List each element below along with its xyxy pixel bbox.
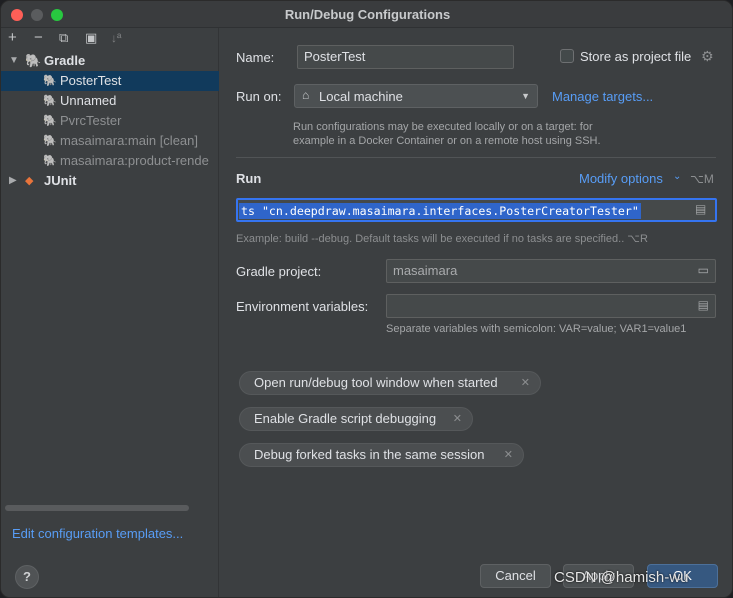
environment-variables-field[interactable]: ▤ [386,294,716,318]
chevron-right-icon[interactable]: ▶ [9,171,17,191]
window-title: Run/Debug Configurations [284,7,451,22]
tree-item-label: masaimara:main [clean] [60,133,198,148]
environment-variables-hint: Separate variables with semicolon: VAR=v… [386,323,687,335]
gradle-project-value: masaimara [393,263,458,278]
run-section-title: Run [236,171,262,186]
edit-configuration-templates-link[interactable]: Edit configuration templates... [12,526,183,541]
junit-icon: ◆ [25,175,34,187]
gradle-icon: 🐘 [43,95,57,107]
option-chip-debug-forked-tasks[interactable]: Debug forked tasks in the same session ✕ [239,443,524,467]
run-on-label: Run on: [236,89,282,104]
store-as-project-file-checkbox[interactable] [560,49,574,63]
gradle-icon: 🐘 [43,115,57,127]
chevron-down-icon[interactable]: ⌄ [673,171,681,182]
copy-configuration-icon[interactable]: ⧉ [59,29,68,47]
gradle-icon: 🐘 [43,155,57,167]
close-icon[interactable]: ✕ [504,444,513,466]
sidebar-toolbar: + − ⧉ ▣ ↓ª [1,28,219,50]
tasks-hint: Example: build --debug. Default tasks wi… [236,233,648,245]
modify-options-shortcut: ⌥M [690,172,714,186]
configuration-editor: Name: PosterTest Store as project file ⚙… [220,28,732,597]
gradle-icon: 🐘 [43,75,57,87]
option-chip-open-tool-window[interactable]: Open run/debug tool window when started … [239,371,541,395]
tree-item-label: PosterTest [60,73,122,88]
run-on-dropdown[interactable]: ⌂ Local machine ▼ [294,84,538,108]
manage-targets-link[interactable]: Manage targets... [552,89,653,104]
option-chip-label: Enable Gradle script debugging [254,411,437,426]
edit-variables-icon[interactable]: ▤ [698,298,709,312]
tree-item-unnamed[interactable]: 🐘 Unnamed [1,91,219,111]
gradle-icon: 🐘 [25,53,42,68]
close-icon[interactable]: ✕ [453,408,462,430]
name-field[interactable]: PosterTest [297,45,514,69]
cancel-button[interactable]: Cancel [480,564,551,588]
sort-icon[interactable]: ↓ª [111,29,121,47]
option-chip-label: Open run/debug tool window when started [254,375,498,390]
tree-item-label: Unnamed [60,93,117,108]
gradle-project-field[interactable]: masaimara ▭ [386,259,716,283]
tree-group-gradle[interactable]: ▼ 🐘 Gradle [1,51,219,71]
title-bar: Run/Debug Configurations [1,1,732,28]
divider [236,157,716,158]
help-button[interactable]: ? [15,565,39,589]
close-icon[interactable]: ✕ [521,372,530,394]
tree-group-junit[interactable]: ▶ ◆ JUnit [1,171,219,191]
new-folder-icon[interactable]: ▣ [85,29,97,47]
option-chip-gradle-debugging[interactable]: Enable Gradle script debugging ✕ [239,407,473,431]
tree-item-label: PvrcTester [60,113,122,128]
tree-group-label: Gradle [44,53,86,68]
expand-field-icon[interactable]: ▤ [695,202,706,216]
folder-icon[interactable]: ▭ [698,263,709,277]
tree-item-pvrctester[interactable]: 🐘 PvrcTester [1,111,219,131]
run-on-hint-line-2: example in a Docker Container or on a re… [293,135,601,147]
chevron-down-icon[interactable]: ▼ [9,51,19,71]
gradle-icon: 🐘 [43,135,57,147]
run-on-hint-line-1: Run configurations may be executed local… [293,121,593,133]
tasks-field-selected-text: ts "cn.deepdraw.masaimara.interfaces.Pos… [239,203,641,219]
name-label: Name: [236,50,275,65]
option-chip-label: Debug forked tasks in the same session [254,447,485,462]
remove-configuration-button[interactable]: − [34,29,43,47]
tree-group-label: JUnit [44,173,77,188]
add-configuration-button[interactable]: + [8,29,17,47]
horizontal-scrollbar[interactable] [5,505,189,511]
configurations-sidebar: + − ⧉ ▣ ↓ª ▼ 🐘 Gradle 🐘 PosterTest 🐘 Unn… [1,28,219,597]
modify-options-link[interactable]: Modify options [579,171,663,186]
chevron-down-icon: ▼ [521,91,530,101]
tree-item-postertest[interactable]: 🐘 PosterTest [1,71,219,91]
store-as-project-file-label: Store as project file [580,49,692,64]
gear-icon[interactable]: ⚙ [701,48,714,65]
tasks-and-arguments-field[interactable]: ts "cn.deepdraw.masaimara.interfaces.Pos… [236,198,717,222]
run-debug-dialog: Run/Debug Configurations + − ⧉ ▣ ↓ª ▼ 🐘 … [0,0,733,598]
tree-item-main-clean[interactable]: 🐘 masaimara:main [clean] [1,131,219,151]
tree-item-product-render[interactable]: 🐘 masaimara:product-rende [1,151,219,171]
environment-variables-label: Environment variables: [236,299,369,314]
watermark: CSDN @hamish-wu [554,569,689,586]
run-on-value: Local machine [319,89,403,104]
tree-item-label: masaimara:product-rende [60,153,209,168]
name-field-value: PosterTest [304,49,366,64]
gradle-project-label: Gradle project: [236,264,322,279]
home-icon: ⌂ [302,88,310,102]
